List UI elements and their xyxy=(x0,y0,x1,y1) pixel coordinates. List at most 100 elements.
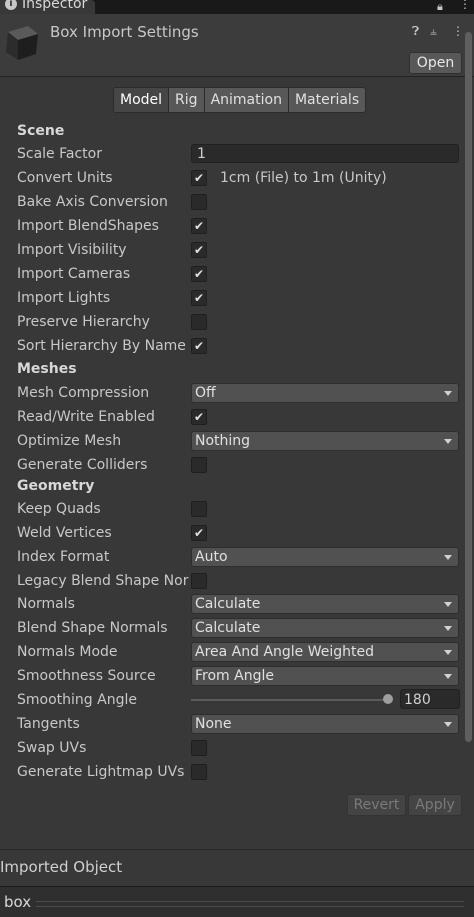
mesh-compression-label: Mesh Compression xyxy=(17,385,150,401)
generate-lightmap-uvs-checkbox[interactable] xyxy=(191,764,207,780)
info-icon: i xyxy=(5,0,17,10)
imported-object-section[interactable]: Imported Object xyxy=(0,849,474,886)
more-options-icon[interactable]: ⋮ xyxy=(459,0,471,11)
smoothing-angle-input[interactable]: 180 xyxy=(400,689,460,709)
normals-mode-dropdown[interactable]: Area And Angle Weighted xyxy=(191,642,459,662)
preserve-hierarchy-checkbox[interactable] xyxy=(191,314,207,330)
preserve-hierarchy-label: Preserve Hierarchy xyxy=(17,314,150,330)
tab-rig[interactable]: Rig xyxy=(168,87,205,113)
checkmark-icon: ✔ xyxy=(193,526,205,540)
keep-quads-checkbox[interactable] xyxy=(191,501,207,517)
chevron-down-icon xyxy=(444,722,452,727)
import-lights-checkbox[interactable]: ✔ xyxy=(191,290,207,306)
optimize-mesh-label: Optimize Mesh xyxy=(17,433,122,449)
convert-units-checkbox[interactable]: ✔ xyxy=(191,170,207,186)
tangents-dropdown[interactable]: None xyxy=(191,714,459,734)
open-button[interactable]: Open xyxy=(409,52,462,74)
tangents-value: None xyxy=(195,716,232,732)
mesh-compression-dropdown[interactable]: Off xyxy=(191,383,459,403)
weld-vertices-label: Weld Vertices xyxy=(17,525,112,541)
inspector-tab[interactable]: i Inspector xyxy=(0,0,95,14)
checkmark-icon: ✔ xyxy=(193,291,205,305)
weld-vertices-checkbox[interactable]: ✔ xyxy=(191,525,207,541)
index-format-dropdown[interactable]: Auto xyxy=(191,547,459,567)
scrollbar-thumb[interactable] xyxy=(465,32,472,742)
import-visibility-checkbox[interactable]: ✔ xyxy=(191,242,207,258)
mesh-compression-value: Off xyxy=(195,385,216,401)
normals-label: Normals xyxy=(17,596,75,612)
read-write-label: Read/Write Enabled xyxy=(17,409,155,425)
smoothness-source-label: Smoothness Source xyxy=(17,668,156,684)
generate-colliders-label: Generate Colliders xyxy=(17,457,148,473)
bake-axis-checkbox[interactable] xyxy=(191,194,207,210)
normals-mode-value: Area And Angle Weighted xyxy=(195,644,375,660)
normals-value: Calculate xyxy=(195,596,261,612)
apply-button[interactable]: Apply xyxy=(408,794,462,816)
blend-shape-normals-value: Calculate xyxy=(195,620,261,636)
model-asset-icon xyxy=(6,26,38,60)
smoothing-angle-slider[interactable] xyxy=(191,699,392,701)
inspector-header: Box Import Settings ❓︎ ⫨ ⋮ Open xyxy=(0,14,474,77)
chevron-down-icon xyxy=(444,626,452,631)
import-visibility-label: Import Visibility xyxy=(17,242,127,258)
legacy-blend-checkbox[interactable] xyxy=(191,573,207,589)
checkmark-icon: ✔ xyxy=(193,243,205,257)
tab-model[interactable]: Model xyxy=(113,87,170,113)
blend-shape-normals-dropdown[interactable]: Calculate xyxy=(191,618,459,638)
chevron-down-icon xyxy=(444,555,452,560)
keep-quads-label: Keep Quads xyxy=(17,501,101,517)
optimize-mesh-value: Nothing xyxy=(195,433,251,449)
import-tabs: Model Rig Animation Materials xyxy=(113,87,367,113)
scene-heading: Scene xyxy=(17,123,65,139)
convert-units-note: 1cm (File) to 1m (Unity) xyxy=(220,170,387,186)
scale-factor-input[interactable]: 1 xyxy=(191,144,459,163)
help-icon[interactable]: ❓︎ xyxy=(412,24,419,39)
tangents-label: Tangents xyxy=(17,716,80,732)
swap-uvs-label: Swap UVs xyxy=(17,740,87,756)
resize-grip[interactable] xyxy=(36,901,464,907)
chevron-down-icon xyxy=(444,391,452,396)
index-format-value: Auto xyxy=(195,549,228,565)
preview-bar[interactable]: box xyxy=(0,886,474,917)
preview-object-name: box xyxy=(4,893,32,911)
smoothing-angle-label: Smoothing Angle xyxy=(17,692,137,708)
checkmark-icon: ✔ xyxy=(193,267,205,281)
imported-object-label: Imported Object xyxy=(0,858,123,876)
geometry-heading: Geometry xyxy=(17,478,95,494)
smoothness-source-dropdown[interactable]: From Angle xyxy=(191,666,459,686)
checkmark-icon: ✔ xyxy=(193,171,205,185)
optimize-mesh-dropdown[interactable]: Nothing xyxy=(191,431,459,451)
legacy-blend-label: Legacy Blend Shape Norm xyxy=(17,573,189,589)
tab-materials[interactable]: Materials xyxy=(287,87,367,113)
index-format-label: Index Format xyxy=(17,549,110,565)
checkmark-icon: ✔ xyxy=(193,410,205,424)
revert-button[interactable]: Revert xyxy=(347,794,406,816)
convert-units-label: Convert Units xyxy=(17,170,113,186)
checkmark-icon: ✔ xyxy=(193,339,205,353)
window-tab-bar: i Inspector 🔒︎ ⋮ xyxy=(0,0,474,14)
import-cameras-label: Import Cameras xyxy=(17,266,131,282)
bake-axis-label: Bake Axis Conversion xyxy=(17,194,168,210)
scrollbar[interactable] xyxy=(463,32,474,852)
lock-icon[interactable]: 🔒︎ xyxy=(437,0,443,14)
generate-lightmap-uvs-label: Generate Lightmap UVs xyxy=(17,764,185,780)
import-lights-label: Import Lights xyxy=(17,290,111,306)
chevron-down-icon xyxy=(444,439,452,444)
checkmark-icon: ✔ xyxy=(193,219,205,233)
generate-colliders-checkbox[interactable] xyxy=(191,457,207,473)
sort-hierarchy-label: Sort Hierarchy By Name xyxy=(17,338,186,354)
tab-animation[interactable]: Animation xyxy=(203,87,289,113)
import-blendshapes-checkbox[interactable]: ✔ xyxy=(191,218,207,234)
scale-factor-label: Scale Factor xyxy=(17,146,102,162)
swap-uvs-checkbox[interactable] xyxy=(191,740,207,756)
import-cameras-checkbox[interactable]: ✔ xyxy=(191,266,207,282)
sort-hierarchy-checkbox[interactable]: ✔ xyxy=(191,338,207,354)
read-write-checkbox[interactable]: ✔ xyxy=(191,409,207,425)
smoothing-angle-slider-knob[interactable] xyxy=(383,694,393,704)
chevron-down-icon xyxy=(444,602,452,607)
normals-dropdown[interactable]: Calculate xyxy=(191,594,459,614)
blend-shape-normals-label: Blend Shape Normals xyxy=(17,620,168,636)
page-title: Box Import Settings xyxy=(50,23,199,41)
presets-icon[interactable]: ⫨ xyxy=(430,24,437,39)
meshes-heading: Meshes xyxy=(17,361,77,377)
